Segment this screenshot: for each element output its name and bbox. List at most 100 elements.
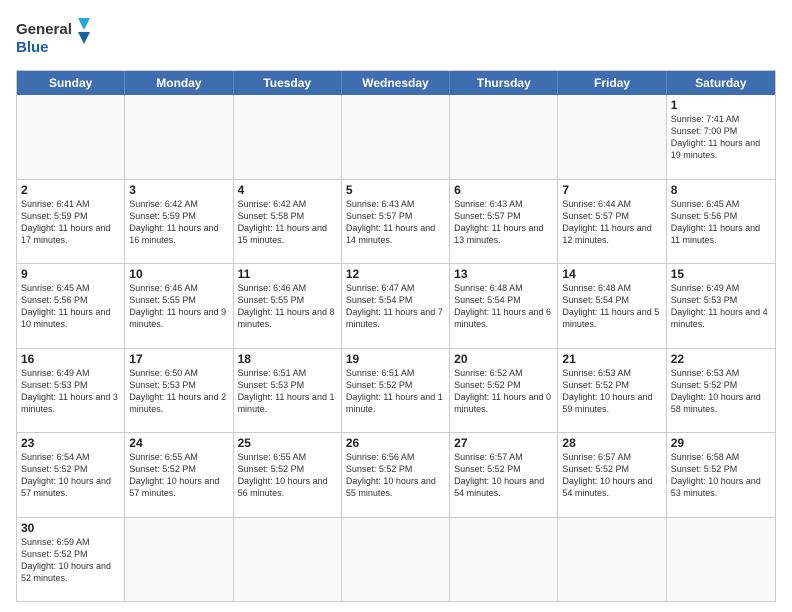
calendar-day-9: 9Sunrise: 6:45 AM Sunset: 5:56 PM Daylig…	[17, 264, 125, 348]
day-info: Sunrise: 6:43 AM Sunset: 5:57 PM Dayligh…	[346, 198, 445, 247]
day-of-week-sunday: Sunday	[17, 71, 125, 95]
day-info: Sunrise: 6:51 AM Sunset: 5:52 PM Dayligh…	[346, 367, 445, 416]
calendar-day-24: 24Sunrise: 6:55 AM Sunset: 5:52 PM Dayli…	[125, 433, 233, 517]
calendar-day-empty	[558, 518, 666, 602]
calendar-day-27: 27Sunrise: 6:57 AM Sunset: 5:52 PM Dayli…	[450, 433, 558, 517]
calendar-day-16: 16Sunrise: 6:49 AM Sunset: 5:53 PM Dayli…	[17, 349, 125, 433]
day-info: Sunrise: 6:46 AM Sunset: 5:55 PM Dayligh…	[238, 282, 337, 331]
day-info: Sunrise: 6:45 AM Sunset: 5:56 PM Dayligh…	[21, 282, 120, 331]
calendar-day-29: 29Sunrise: 6:58 AM Sunset: 5:52 PM Dayli…	[667, 433, 775, 517]
calendar-day-25: 25Sunrise: 6:55 AM Sunset: 5:52 PM Dayli…	[234, 433, 342, 517]
svg-text:Blue: Blue	[16, 39, 49, 56]
page: GeneralBlue SundayMondayTuesdayWednesday…	[0, 0, 792, 612]
day-of-week-friday: Friday	[558, 71, 666, 95]
calendar-day-14: 14Sunrise: 6:48 AM Sunset: 5:54 PM Dayli…	[558, 264, 666, 348]
day-info: Sunrise: 6:43 AM Sunset: 5:57 PM Dayligh…	[454, 198, 553, 247]
day-number: 15	[671, 267, 771, 281]
calendar-day-30: 30Sunrise: 6:59 AM Sunset: 5:52 PM Dayli…	[17, 518, 125, 602]
day-number: 19	[346, 352, 445, 366]
day-info: Sunrise: 6:57 AM Sunset: 5:52 PM Dayligh…	[562, 451, 661, 500]
day-of-week-saturday: Saturday	[667, 71, 775, 95]
day-number: 23	[21, 436, 120, 450]
day-info: Sunrise: 6:58 AM Sunset: 5:52 PM Dayligh…	[671, 451, 771, 500]
day-number: 22	[671, 352, 771, 366]
day-number: 16	[21, 352, 120, 366]
calendar-row-5: 30Sunrise: 6:59 AM Sunset: 5:52 PM Dayli…	[17, 517, 775, 602]
day-info: Sunrise: 6:49 AM Sunset: 5:53 PM Dayligh…	[671, 282, 771, 331]
day-info: Sunrise: 6:52 AM Sunset: 5:52 PM Dayligh…	[454, 367, 553, 416]
calendar-row-0: 1Sunrise: 7:41 AM Sunset: 7:00 PM Daylig…	[17, 95, 775, 179]
calendar-day-empty	[125, 95, 233, 179]
calendar-day-empty	[234, 95, 342, 179]
calendar-day-3: 3Sunrise: 6:42 AM Sunset: 5:59 PM Daylig…	[125, 180, 233, 264]
day-number: 8	[671, 183, 771, 197]
day-number: 28	[562, 436, 661, 450]
day-info: Sunrise: 6:53 AM Sunset: 5:52 PM Dayligh…	[671, 367, 771, 416]
calendar-day-26: 26Sunrise: 6:56 AM Sunset: 5:52 PM Dayli…	[342, 433, 450, 517]
day-number: 10	[129, 267, 228, 281]
day-number: 6	[454, 183, 553, 197]
day-info: Sunrise: 6:55 AM Sunset: 5:52 PM Dayligh…	[238, 451, 337, 500]
calendar-day-7: 7Sunrise: 6:44 AM Sunset: 5:57 PM Daylig…	[558, 180, 666, 264]
day-info: Sunrise: 6:47 AM Sunset: 5:54 PM Dayligh…	[346, 282, 445, 331]
day-number: 25	[238, 436, 337, 450]
calendar-day-19: 19Sunrise: 6:51 AM Sunset: 5:52 PM Dayli…	[342, 349, 450, 433]
svg-text:General: General	[16, 21, 72, 38]
calendar-day-28: 28Sunrise: 6:57 AM Sunset: 5:52 PM Dayli…	[558, 433, 666, 517]
day-info: Sunrise: 6:48 AM Sunset: 5:54 PM Dayligh…	[562, 282, 661, 331]
calendar-row-4: 23Sunrise: 6:54 AM Sunset: 5:52 PM Dayli…	[17, 432, 775, 517]
day-info: Sunrise: 6:44 AM Sunset: 5:57 PM Dayligh…	[562, 198, 661, 247]
day-number: 27	[454, 436, 553, 450]
day-info: Sunrise: 6:42 AM Sunset: 5:59 PM Dayligh…	[129, 198, 228, 247]
day-info: Sunrise: 6:45 AM Sunset: 5:56 PM Dayligh…	[671, 198, 771, 247]
calendar-day-6: 6Sunrise: 6:43 AM Sunset: 5:57 PM Daylig…	[450, 180, 558, 264]
calendar-day-23: 23Sunrise: 6:54 AM Sunset: 5:52 PM Dayli…	[17, 433, 125, 517]
day-of-week-thursday: Thursday	[450, 71, 558, 95]
day-info: Sunrise: 6:59 AM Sunset: 5:52 PM Dayligh…	[21, 536, 120, 585]
day-info: Sunrise: 6:42 AM Sunset: 5:58 PM Dayligh…	[238, 198, 337, 247]
calendar-day-empty	[17, 95, 125, 179]
day-number: 3	[129, 183, 228, 197]
day-info: Sunrise: 6:54 AM Sunset: 5:52 PM Dayligh…	[21, 451, 120, 500]
day-info: Sunrise: 6:48 AM Sunset: 5:54 PM Dayligh…	[454, 282, 553, 331]
calendar-day-13: 13Sunrise: 6:48 AM Sunset: 5:54 PM Dayli…	[450, 264, 558, 348]
day-number: 14	[562, 267, 661, 281]
day-info: Sunrise: 6:57 AM Sunset: 5:52 PM Dayligh…	[454, 451, 553, 500]
day-info: Sunrise: 6:56 AM Sunset: 5:52 PM Dayligh…	[346, 451, 445, 500]
calendar-day-4: 4Sunrise: 6:42 AM Sunset: 5:58 PM Daylig…	[234, 180, 342, 264]
calendar-day-empty	[125, 518, 233, 602]
calendar-row-1: 2Sunrise: 6:41 AM Sunset: 5:59 PM Daylig…	[17, 179, 775, 264]
day-number: 5	[346, 183, 445, 197]
day-info: Sunrise: 6:51 AM Sunset: 5:53 PM Dayligh…	[238, 367, 337, 416]
calendar-day-20: 20Sunrise: 6:52 AM Sunset: 5:52 PM Dayli…	[450, 349, 558, 433]
calendar-day-11: 11Sunrise: 6:46 AM Sunset: 5:55 PM Dayli…	[234, 264, 342, 348]
day-number: 9	[21, 267, 120, 281]
day-number: 12	[346, 267, 445, 281]
day-info: Sunrise: 6:46 AM Sunset: 5:55 PM Dayligh…	[129, 282, 228, 331]
calendar-day-21: 21Sunrise: 6:53 AM Sunset: 5:52 PM Dayli…	[558, 349, 666, 433]
day-number: 26	[346, 436, 445, 450]
calendar-day-empty	[667, 518, 775, 602]
calendar-day-empty	[450, 518, 558, 602]
day-info: Sunrise: 7:41 AM Sunset: 7:00 PM Dayligh…	[671, 113, 771, 162]
day-number: 30	[21, 521, 120, 535]
calendar-day-empty	[558, 95, 666, 179]
day-number: 17	[129, 352, 228, 366]
calendar-day-12: 12Sunrise: 6:47 AM Sunset: 5:54 PM Dayli…	[342, 264, 450, 348]
calendar-day-2: 2Sunrise: 6:41 AM Sunset: 5:59 PM Daylig…	[17, 180, 125, 264]
calendar-header: SundayMondayTuesdayWednesdayThursdayFrid…	[17, 71, 775, 95]
day-number: 2	[21, 183, 120, 197]
day-number: 1	[671, 98, 771, 112]
calendar-row-2: 9Sunrise: 6:45 AM Sunset: 5:56 PM Daylig…	[17, 263, 775, 348]
day-number: 21	[562, 352, 661, 366]
header: GeneralBlue	[16, 16, 776, 60]
calendar-day-empty	[450, 95, 558, 179]
day-info: Sunrise: 6:49 AM Sunset: 5:53 PM Dayligh…	[21, 367, 120, 416]
day-number: 13	[454, 267, 553, 281]
day-info: Sunrise: 6:55 AM Sunset: 5:52 PM Dayligh…	[129, 451, 228, 500]
calendar-day-10: 10Sunrise: 6:46 AM Sunset: 5:55 PM Dayli…	[125, 264, 233, 348]
calendar: SundayMondayTuesdayWednesdayThursdayFrid…	[16, 70, 776, 602]
calendar-body: 1Sunrise: 7:41 AM Sunset: 7:00 PM Daylig…	[17, 95, 775, 601]
calendar-day-5: 5Sunrise: 6:43 AM Sunset: 5:57 PM Daylig…	[342, 180, 450, 264]
day-number: 20	[454, 352, 553, 366]
